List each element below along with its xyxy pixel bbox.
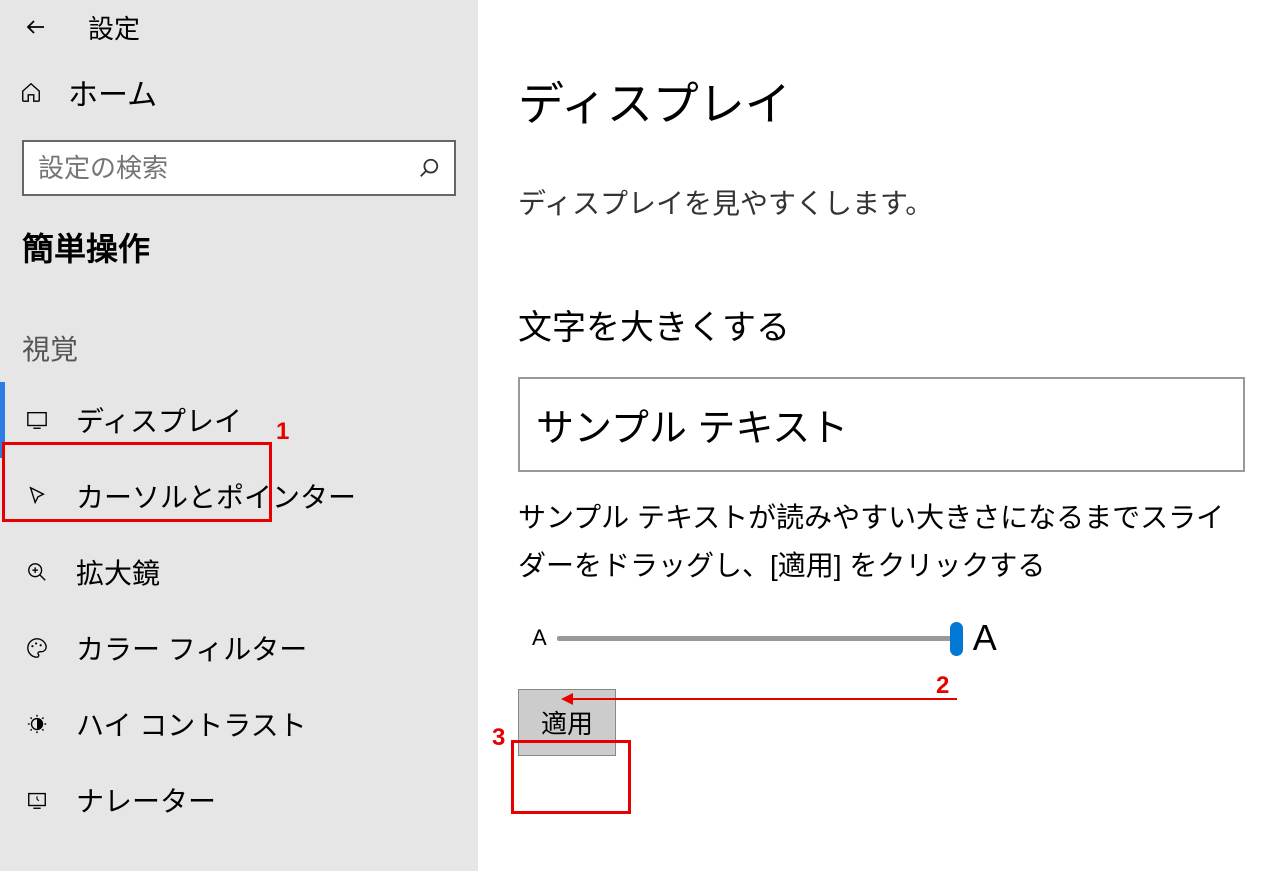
search-icon bbox=[418, 157, 440, 179]
sidebar-item-cursor[interactable]: カーソルとポインター bbox=[0, 458, 478, 534]
nav-label: ナレーター bbox=[76, 780, 216, 820]
home-label: ホーム bbox=[68, 70, 157, 114]
help-text: サンプル テキストが読みやすい大きさになるまでスライダーをドラッグし、[適用] … bbox=[518, 494, 1245, 589]
category-title: 簡単操作 bbox=[0, 212, 478, 292]
group-label: 視覚 bbox=[0, 292, 478, 382]
nav-label: ハイ コントラスト bbox=[76, 704, 307, 744]
cursor-icon bbox=[22, 485, 52, 507]
palette-icon bbox=[22, 637, 52, 659]
section-title: 文字を大きくする bbox=[518, 300, 1245, 349]
sample-text-box: サンプル テキスト bbox=[518, 377, 1245, 472]
sidebar-item-magnifier[interactable]: 拡大鏡 bbox=[0, 534, 478, 610]
sidebar: 設定 ホーム 簡単操作 視覚 ディスプレイ カーソルとポインター bbox=[0, 0, 478, 871]
page-title: ディスプレイ bbox=[518, 68, 1245, 134]
nav-label: カーソルとポインター bbox=[76, 476, 356, 516]
narrator-icon bbox=[22, 789, 52, 811]
page-subtitle: ディスプレイを見やすくします。 bbox=[518, 182, 1245, 222]
nav-label: カラー フィルター bbox=[76, 628, 307, 668]
display-icon bbox=[22, 409, 52, 431]
home-icon bbox=[20, 81, 42, 103]
slider-thumb[interactable] bbox=[950, 622, 963, 656]
slider-min-label: A bbox=[532, 625, 547, 651]
apply-button[interactable]: 適用 bbox=[518, 689, 616, 756]
sidebar-item-color-filter[interactable]: カラー フィルター bbox=[0, 610, 478, 686]
sidebar-item-narrator[interactable]: ナレーター bbox=[0, 762, 478, 838]
sidebar-item-high-contrast[interactable]: ハイ コントラスト bbox=[0, 686, 478, 762]
titlebar: 設定 bbox=[0, 0, 478, 54]
window-title: 設定 bbox=[88, 9, 140, 46]
nav-label: ディスプレイ bbox=[76, 400, 242, 440]
magnifier-icon bbox=[22, 561, 52, 583]
back-button[interactable] bbox=[24, 15, 48, 39]
text-size-slider[interactable] bbox=[557, 636, 957, 641]
home-nav[interactable]: ホーム bbox=[0, 54, 478, 140]
main-content: ディスプレイ ディスプレイを見やすくします。 文字を大きくする サンプル テキス… bbox=[478, 0, 1285, 871]
search-box[interactable] bbox=[22, 140, 456, 196]
contrast-icon bbox=[22, 713, 52, 735]
slider-max-label: A bbox=[973, 617, 997, 659]
sidebar-item-display[interactable]: ディスプレイ bbox=[0, 382, 478, 458]
search-input[interactable] bbox=[38, 153, 418, 184]
text-size-slider-row: A A bbox=[518, 615, 1245, 661]
nav-label: 拡大鏡 bbox=[76, 552, 160, 592]
